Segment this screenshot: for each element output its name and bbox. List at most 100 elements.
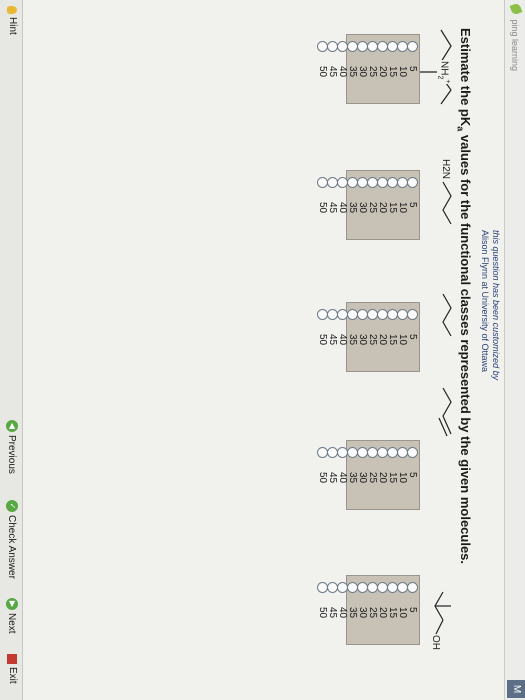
option-row[interactable]: 20	[377, 441, 389, 509]
radio-alkane-20[interactable]	[377, 309, 389, 320]
option-row[interactable]: 10	[397, 441, 409, 509]
option-row[interactable]: 25	[367, 35, 379, 103]
radio-ammonium-45[interactable]	[327, 41, 339, 52]
radio-alkane-5[interactable]	[407, 309, 419, 320]
radio-amine-5[interactable]	[407, 177, 419, 188]
radio-alkane-45[interactable]	[327, 309, 339, 320]
option-row[interactable]: 45	[327, 303, 339, 371]
exit-button[interactable]: Exit	[7, 654, 18, 684]
option-row[interactable]: 15	[387, 171, 399, 239]
option-row[interactable]: 25	[367, 576, 379, 644]
option-row[interactable]: 40	[337, 35, 349, 103]
option-row[interactable]: 35	[347, 171, 359, 239]
option-row[interactable]: 50	[317, 303, 329, 371]
radio-alcohol-50[interactable]	[317, 582, 329, 593]
radio-amine-50[interactable]	[317, 177, 329, 188]
previous-button[interactable]: ◀ Previous	[6, 420, 18, 474]
radio-alcohol-40[interactable]	[337, 582, 349, 593]
radio-alkane-50[interactable]	[317, 309, 329, 320]
option-row[interactable]: 40	[337, 441, 349, 509]
radio-amine-45[interactable]	[327, 177, 339, 188]
option-row[interactable]: 15	[387, 303, 399, 371]
radio-alcohol-35[interactable]	[347, 582, 359, 593]
radio-ammonium-20[interactable]	[377, 41, 389, 52]
option-row[interactable]: 45	[327, 35, 339, 103]
radio-alkene-15[interactable]	[387, 447, 399, 458]
radio-alkene-35[interactable]	[347, 447, 359, 458]
option-row[interactable]: 45	[327, 441, 339, 509]
option-row[interactable]: 5	[407, 35, 419, 103]
radio-amine-15[interactable]	[387, 177, 399, 188]
radio-amine-30[interactable]	[357, 177, 369, 188]
radio-alkene-45[interactable]	[327, 447, 339, 458]
option-row[interactable]: 10	[397, 171, 409, 239]
radio-ammonium-5[interactable]	[407, 41, 419, 52]
option-row[interactable]: 15	[387, 441, 399, 509]
radio-alkane-25[interactable]	[367, 309, 379, 320]
option-row[interactable]: 40	[337, 576, 349, 644]
radio-alkene-25[interactable]	[367, 447, 379, 458]
option-row[interactable]: 30	[357, 441, 369, 509]
option-row[interactable]: 40	[337, 171, 349, 239]
radio-alkene-5[interactable]	[407, 447, 419, 458]
option-row[interactable]: 5	[407, 576, 419, 644]
option-row[interactable]: 30	[357, 171, 369, 239]
option-row[interactable]: 50	[317, 576, 329, 644]
option-row[interactable]: 40	[337, 303, 349, 371]
radio-amine-20[interactable]	[377, 177, 389, 188]
option-row[interactable]: 5	[407, 441, 419, 509]
option-row[interactable]: 25	[367, 303, 379, 371]
option-row[interactable]: 10	[397, 35, 409, 103]
hint-button[interactable]: Hint	[7, 6, 18, 35]
option-row[interactable]: 35	[347, 441, 359, 509]
radio-amine-10[interactable]	[397, 177, 409, 188]
radio-alcohol-45[interactable]	[327, 582, 339, 593]
radio-alkane-30[interactable]	[357, 309, 369, 320]
option-row[interactable]: 45	[327, 171, 339, 239]
option-row[interactable]: 5	[407, 171, 419, 239]
check-answer-button[interactable]: ✓ Check Answer	[6, 500, 18, 579]
radio-ammonium-50[interactable]	[317, 41, 329, 52]
radio-ammonium-10[interactable]	[397, 41, 409, 52]
radio-alkane-15[interactable]	[387, 309, 399, 320]
option-row[interactable]: 50	[317, 35, 329, 103]
radio-amine-40[interactable]	[337, 177, 349, 188]
option-row[interactable]: 15	[387, 35, 399, 103]
option-row[interactable]: 5	[407, 303, 419, 371]
radio-alkene-10[interactable]	[397, 447, 409, 458]
radio-alcohol-5[interactable]	[407, 582, 419, 593]
option-row[interactable]: 10	[397, 303, 409, 371]
radio-alkane-35[interactable]	[347, 309, 359, 320]
option-row[interactable]: 30	[357, 303, 369, 371]
option-row[interactable]: 35	[347, 576, 359, 644]
radio-ammonium-15[interactable]	[387, 41, 399, 52]
option-row[interactable]: 50	[317, 441, 329, 509]
radio-amine-25[interactable]	[367, 177, 379, 188]
radio-ammonium-35[interactable]	[347, 41, 359, 52]
option-row[interactable]: 15	[387, 576, 399, 644]
option-row[interactable]: 50	[317, 171, 329, 239]
menu-button[interactable]: M	[507, 680, 525, 698]
radio-alkene-20[interactable]	[377, 447, 389, 458]
option-row[interactable]: 25	[367, 441, 379, 509]
radio-amine-35[interactable]	[347, 177, 359, 188]
radio-alkane-40[interactable]	[337, 309, 349, 320]
radio-ammonium-30[interactable]	[357, 41, 369, 52]
option-row[interactable]: 35	[347, 303, 359, 371]
radio-alcohol-30[interactable]	[357, 582, 369, 593]
radio-alcohol-20[interactable]	[377, 582, 389, 593]
radio-ammonium-25[interactable]	[367, 41, 379, 52]
radio-alcohol-10[interactable]	[397, 582, 409, 593]
option-row[interactable]: 35	[347, 35, 359, 103]
radio-alkene-50[interactable]	[317, 447, 329, 458]
option-row[interactable]: 20	[377, 35, 389, 103]
option-row[interactable]: 30	[357, 576, 369, 644]
radio-alkene-30[interactable]	[357, 447, 369, 458]
option-row[interactable]: 20	[377, 576, 389, 644]
option-row[interactable]: 20	[377, 303, 389, 371]
radio-alkane-10[interactable]	[397, 309, 409, 320]
radio-ammonium-40[interactable]	[337, 41, 349, 52]
radio-alkene-40[interactable]	[337, 447, 349, 458]
radio-alcohol-15[interactable]	[387, 582, 399, 593]
option-row[interactable]: 20	[377, 171, 389, 239]
